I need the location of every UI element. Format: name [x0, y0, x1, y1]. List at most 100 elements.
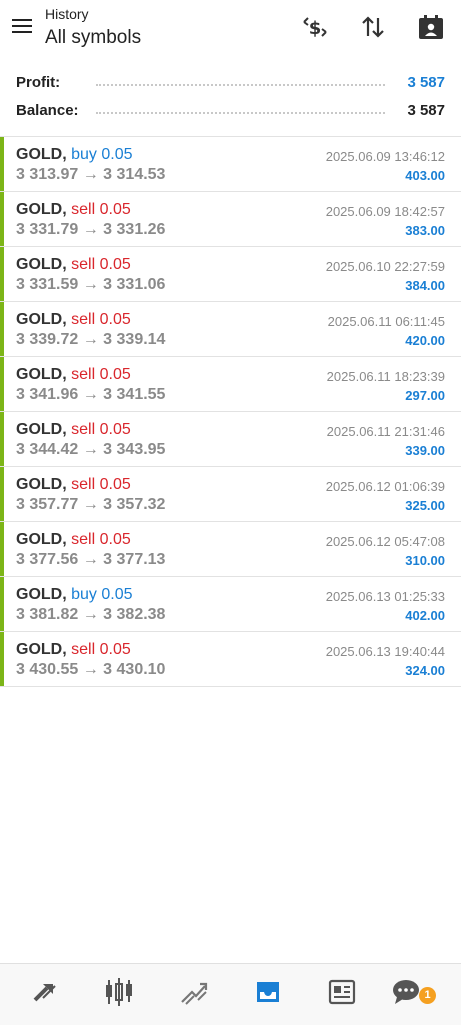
page-subtitle: History [45, 6, 89, 22]
balance-row: Balance: 3 587 [16, 98, 445, 122]
deal-direction: buy [71, 586, 97, 603]
deal-indicator-bar [0, 137, 4, 191]
deal-prices: 3 339.72 → 3 339.14 [16, 331, 166, 348]
deal-indicator-bar [0, 412, 4, 466]
deal-prices: 3 331.79 → 3 331.26 [16, 221, 166, 238]
deal-indicator-bar [0, 357, 4, 411]
deal-profit: 402.00 [405, 608, 445, 623]
quotes-icon[interactable] [29, 976, 61, 1008]
deal-profit: 297.00 [405, 388, 445, 403]
deal-time: 2025.06.09 13:46:12 [325, 149, 445, 164]
deal-prices: 3 331.59 → 3 331.06 [16, 276, 166, 293]
divider [96, 112, 385, 114]
deal-volume: 0.05 [101, 586, 133, 603]
deal-time: 2025.06.11 06:11:45 [327, 314, 445, 329]
deal-prices: 3 341.96 → 3 341.55 [16, 386, 166, 403]
chat-icon[interactable] [390, 976, 422, 1008]
deal-row[interactable]: GOLD, sell 0.05 3 341.96 → 3 341.55 2025.0… [0, 357, 461, 412]
news-icon[interactable] [326, 976, 358, 1008]
deal-profit: 339.00 [405, 443, 445, 458]
history-icon[interactable] [252, 976, 284, 1008]
deal-prices: 3 381.82 → 3 382.38 [16, 606, 166, 623]
deal-row[interactable]: GOLD, sell 0.05 3 331.59 → 3 331.06 2025.0… [0, 247, 461, 302]
profit-label: Profit: [16, 74, 61, 91]
chart-icon[interactable] [103, 976, 135, 1008]
deal-symbol: GOLD, [16, 366, 67, 383]
deal-time: 2025.06.12 01:06:39 [325, 479, 445, 494]
deal-indicator-bar [0, 577, 4, 631]
deal-volume: 0.05 [99, 366, 131, 383]
deal-row[interactable]: GOLD, sell 0.05 3 430.55 → 3 430.10 2025.0… [0, 632, 461, 687]
deal-time: 2025.06.12 05:47:08 [325, 534, 445, 549]
deal-indicator-bar [0, 632, 4, 686]
divider [96, 84, 385, 86]
deal-prices: 3 430.55 → 3 430.10 [16, 661, 166, 678]
calendar-icon[interactable] [416, 12, 446, 42]
deal-profit: 324.00 [405, 663, 445, 678]
deposit-withdraw-icon[interactable]: $ [300, 12, 330, 42]
deal-row[interactable]: GOLD, sell 0.05 3 377.56 → 3 377.13 2025.0… [0, 522, 461, 577]
deal-time: 2025.06.10 22:27:59 [325, 259, 445, 274]
deal-profit: 383.00 [405, 223, 445, 238]
deal-volume: 0.05 [99, 256, 131, 273]
deal-symbol: GOLD, [16, 586, 67, 603]
deal-profit: 310.00 [405, 553, 445, 568]
deal-volume: 0.05 [99, 421, 131, 438]
deal-direction: sell [71, 641, 96, 658]
deal-profit: 403.00 [405, 168, 445, 183]
deal-title: GOLD, buy 0.05 [16, 586, 133, 604]
bottom-navigation [0, 963, 461, 1025]
deal-direction: sell [71, 311, 96, 328]
deal-direction: sell [71, 256, 96, 273]
deal-time: 2025.06.11 18:23:39 [326, 369, 445, 384]
deal-row[interactable]: GOLD, sell 0.05 3 339.72 → 3 339.14 2025.0… [0, 302, 461, 357]
deal-symbol: GOLD, [16, 146, 67, 163]
deal-row[interactable]: GOLD, sell 0.05 3 331.79 → 3 331.26 2025.0… [0, 192, 461, 247]
deal-title: GOLD, sell 0.05 [16, 311, 131, 329]
deal-title: GOLD, sell 0.05 [16, 366, 131, 384]
deal-time: 2025.06.13 19:40:44 [325, 644, 445, 659]
deal-title: GOLD, buy 0.05 [16, 146, 133, 164]
svg-text:$: $ [309, 18, 322, 39]
profit-value: 3 587 [407, 74, 445, 91]
deal-indicator-bar [0, 302, 4, 356]
deal-direction: sell [71, 421, 96, 438]
deal-volume: 0.05 [101, 146, 133, 163]
deal-symbol: GOLD, [16, 641, 67, 658]
deal-direction: sell [71, 476, 96, 493]
deal-prices: 3 344.42 → 3 343.95 [16, 441, 166, 458]
deal-direction: sell [71, 531, 96, 548]
deal-row[interactable]: GOLD, buy 0.05 3 381.82 → 3 382.38 2025.06… [0, 577, 461, 632]
deal-row[interactable]: GOLD, sell 0.05 3 357.77 → 3 357.32 2025.0… [0, 467, 461, 522]
menu-icon[interactable] [10, 14, 34, 38]
deal-prices: 3 313.97 → 3 314.53 [16, 166, 166, 183]
deal-profit: 420.00 [405, 333, 445, 348]
deal-symbol: GOLD, [16, 531, 67, 548]
deal-direction: sell [71, 366, 96, 383]
deal-row[interactable]: GOLD, buy 0.05 3 313.97 → 3 314.53 2025.06… [0, 137, 461, 192]
balance-value: 3 587 [407, 102, 445, 119]
app-header: History All symbols $ [0, 0, 461, 62]
deal-volume: 0.05 [99, 476, 131, 493]
deal-title: GOLD, sell 0.05 [16, 201, 131, 219]
deal-indicator-bar [0, 192, 4, 246]
profit-row: Profit: 3 587 [16, 70, 445, 94]
deal-symbol: GOLD, [16, 201, 67, 218]
deal-indicator-bar [0, 522, 4, 576]
deal-row[interactable]: GOLD, sell 0.05 3 344.42 → 3 343.95 2025.0… [0, 412, 461, 467]
deal-title: GOLD, sell 0.05 [16, 476, 131, 494]
page-title[interactable]: All symbols [45, 27, 141, 49]
summary-panel: Profit: 3 587 Balance: 3 587 [0, 64, 461, 137]
sort-icon[interactable] [358, 12, 388, 42]
trade-icon[interactable] [178, 976, 210, 1008]
deal-direction: sell [71, 201, 96, 218]
deal-prices: 3 377.56 → 3 377.13 [16, 551, 166, 568]
deal-volume: 0.05 [99, 531, 131, 548]
balance-label: Balance: [16, 102, 79, 119]
deal-volume: 0.05 [99, 311, 131, 328]
deal-time: 2025.06.11 21:31:46 [326, 424, 445, 439]
deal-volume: 0.05 [99, 641, 131, 658]
deal-title: GOLD, sell 0.05 [16, 641, 131, 659]
deals-list: GOLD, buy 0.05 3 313.97 → 3 314.53 2025.06… [0, 137, 461, 687]
deal-title: GOLD, sell 0.05 [16, 256, 131, 274]
